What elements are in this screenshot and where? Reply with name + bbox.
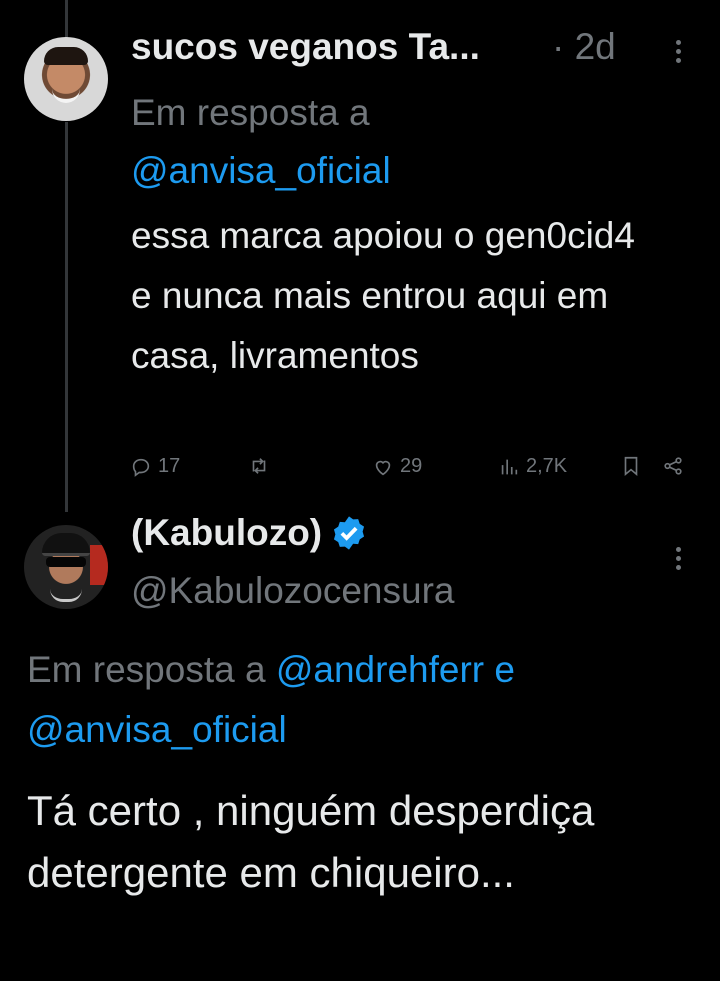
share-icon: [664, 457, 682, 475]
like-button[interactable]: 29: [372, 455, 422, 478]
tweet-actions-bar: 17 29 2,7K: [130, 455, 690, 485]
more-options-icon[interactable]: [676, 547, 684, 574]
avatar[interactable]: [24, 37, 108, 121]
like-count: 29: [400, 455, 423, 477]
mention-link[interactable]: @anvisa_oficial: [27, 709, 287, 750]
reply-count: 17: [158, 455, 181, 477]
heart-icon: [375, 460, 391, 475]
thread-connector-line: [65, 0, 68, 38]
tweet-timestamp[interactable]: · 2d: [552, 26, 616, 68]
bookmark-icon: [624, 456, 638, 477]
reply-icon: [132, 458, 150, 477]
reply-context: Em resposta a @anvisa_oficial: [131, 92, 391, 191]
avatar[interactable]: [24, 525, 108, 609]
author-handle[interactable]: @Kabulozocensura: [131, 570, 454, 612]
analytics-icon: [501, 459, 518, 474]
retweet-button[interactable]: [248, 455, 270, 477]
mention-link[interactable]: @anvisa_oficial: [131, 150, 391, 191]
bookmark-button[interactable]: [620, 455, 642, 477]
retweet-icon: [252, 458, 266, 474]
reply-button[interactable]: 17: [130, 455, 180, 478]
author-name[interactable]: sucos veganos Ta...: [131, 26, 480, 68]
thread-view: sucos veganos Ta... · 2d Em resposta a @…: [0, 0, 720, 981]
view-count: 2,7K: [526, 455, 568, 477]
more-options-icon[interactable]: [676, 40, 684, 67]
mention-link[interactable]: @andrehferr: [276, 649, 484, 690]
verified-badge-icon: [334, 516, 365, 550]
tweet-text: essa marca apoiou o gen0cid4 e nunca mai…: [131, 215, 635, 376]
reply-context: Em resposta a @andrehferr e @anvisa_ofic…: [27, 649, 515, 750]
share-button[interactable]: [662, 455, 684, 477]
thread-connector-line: [65, 122, 68, 512]
tweet-text: Tá certo , ninguém desperdiça detergente…: [27, 787, 595, 896]
author-name[interactable]: (Kabulozo): [131, 512, 368, 554]
views-button[interactable]: 2,7K: [498, 455, 567, 478]
